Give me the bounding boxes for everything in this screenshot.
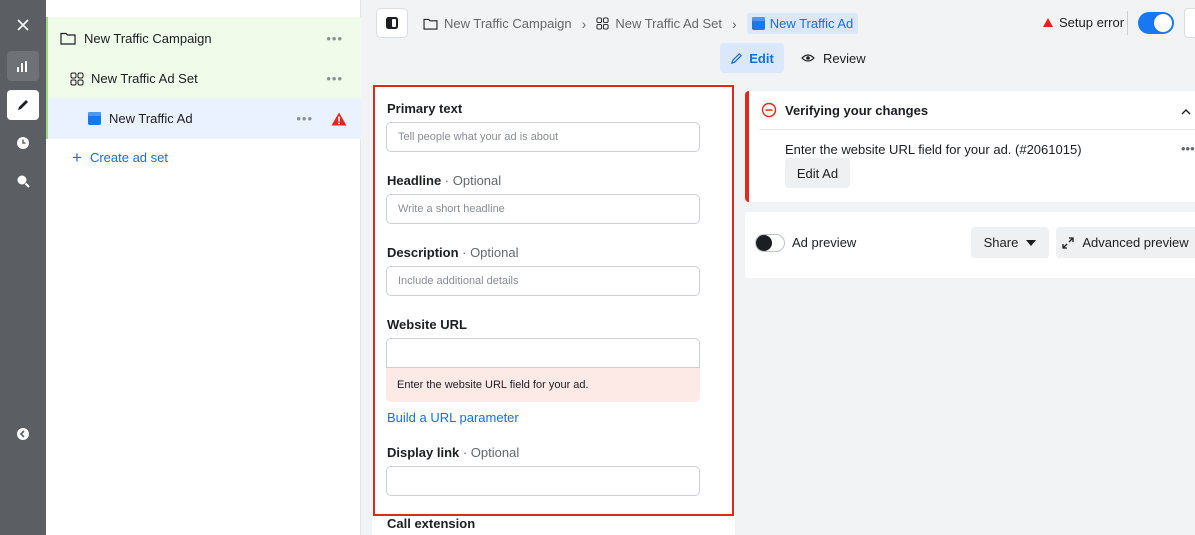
- adset-grid-icon: [596, 17, 609, 30]
- tree-item-adset[interactable]: New Traffic Ad Set •••: [46, 59, 361, 98]
- share-button[interactable]: Share: [971, 227, 1049, 258]
- clock-icon[interactable]: [7, 128, 39, 158]
- ad-active-toggle[interactable]: [1138, 12, 1174, 34]
- share-label: Share: [983, 235, 1019, 250]
- highlight-annotation: [373, 85, 734, 516]
- ad-icon: [88, 112, 101, 125]
- ad-icon: [751, 17, 765, 30]
- tree-item-label: New Traffic Ad: [109, 111, 193, 126]
- setup-error-label: Setup error: [1059, 15, 1125, 30]
- caret-down-icon: [1026, 239, 1037, 246]
- tree-item-label: New Traffic Campaign: [84, 30, 212, 46]
- breadcrumb-campaign[interactable]: New Traffic Campaign: [444, 16, 572, 31]
- chart-icon[interactable]: [7, 51, 39, 81]
- tree-item-label: New Traffic Ad Set: [91, 71, 198, 86]
- warning-icon: [1043, 18, 1053, 27]
- chevron-right-icon: ›: [581, 15, 587, 32]
- sidebar-toggle-icon[interactable]: [376, 8, 408, 38]
- search-chart-icon[interactable]: [7, 166, 39, 196]
- divider: [759, 129, 1195, 130]
- ad-preview-toggle[interactable]: [755, 234, 785, 252]
- breadcrumb: New Traffic Campaign › New Traffic Ad Se…: [423, 13, 859, 34]
- header-divider: [1127, 11, 1128, 35]
- create-ad-set-label: Create ad set: [89, 150, 168, 165]
- breadcrumb-adset[interactable]: New Traffic Ad Set: [615, 16, 722, 31]
- advanced-preview-label: Advanced preview: [1082, 235, 1189, 250]
- tab-edit[interactable]: Edit: [720, 43, 784, 73]
- setup-error-status[interactable]: Setup error: [1043, 15, 1124, 30]
- tab-review[interactable]: Review: [801, 43, 866, 73]
- verification-title: Verifying your changes: [785, 103, 929, 118]
- campaign-tree: New Traffic Campaign ••• New Traffic Ad …: [46, 0, 361, 535]
- close-icon[interactable]: [7, 10, 39, 40]
- folder-icon: [423, 18, 438, 30]
- call-extension-label: Call extension: [387, 516, 476, 531]
- advanced-preview-button[interactable]: Advanced preview: [1056, 227, 1195, 258]
- warning-icon: [331, 112, 347, 126]
- expand-icon: [1062, 236, 1075, 249]
- editor-header: New Traffic Campaign › New Traffic Ad Se…: [361, 0, 1195, 84]
- folder-icon: [60, 32, 76, 45]
- pencil-icon: [730, 52, 743, 65]
- tree-item-campaign[interactable]: New Traffic Campaign •••: [46, 17, 361, 59]
- tree-item-ad[interactable]: New Traffic Ad •••: [46, 98, 361, 139]
- create-ad-set-button[interactable]: + Create ad set: [72, 148, 168, 167]
- verification-card: Verifying your changes Enter the website…: [745, 91, 1195, 202]
- tab-edit-label: Edit: [749, 50, 774, 66]
- chevron-right-icon: ›: [732, 15, 737, 32]
- more-icon[interactable]: •••: [326, 31, 343, 46]
- plus-icon: +: [72, 148, 82, 167]
- more-icon[interactable]: •••: [296, 111, 313, 126]
- more-icon[interactable]: •••: [1181, 141, 1195, 156]
- tab-review-label: Review: [823, 50, 866, 66]
- left-rail: [0, 0, 46, 535]
- verification-message: Enter the website URL field for your ad.…: [785, 142, 1082, 157]
- adset-grid-icon: [70, 72, 84, 86]
- eye-icon: [801, 53, 815, 63]
- edit-ad-button[interactable]: Edit Ad: [785, 158, 850, 188]
- header-cut-button[interactable]: [1184, 8, 1195, 38]
- more-icon[interactable]: •••: [326, 71, 343, 86]
- chevron-up-icon[interactable]: [1181, 104, 1191, 118]
- breadcrumb-ad[interactable]: New Traffic Ad: [746, 13, 859, 34]
- minus-circle-icon: [761, 102, 777, 121]
- pencil-icon[interactable]: [7, 90, 39, 120]
- breadcrumb-ad-label: New Traffic Ad: [769, 16, 854, 31]
- collapse-chevron-icon[interactable]: [7, 419, 39, 449]
- ad-preview-label: Ad preview: [792, 235, 857, 250]
- ad-preview-card: Ad preview Share Advanced preview: [745, 212, 1195, 278]
